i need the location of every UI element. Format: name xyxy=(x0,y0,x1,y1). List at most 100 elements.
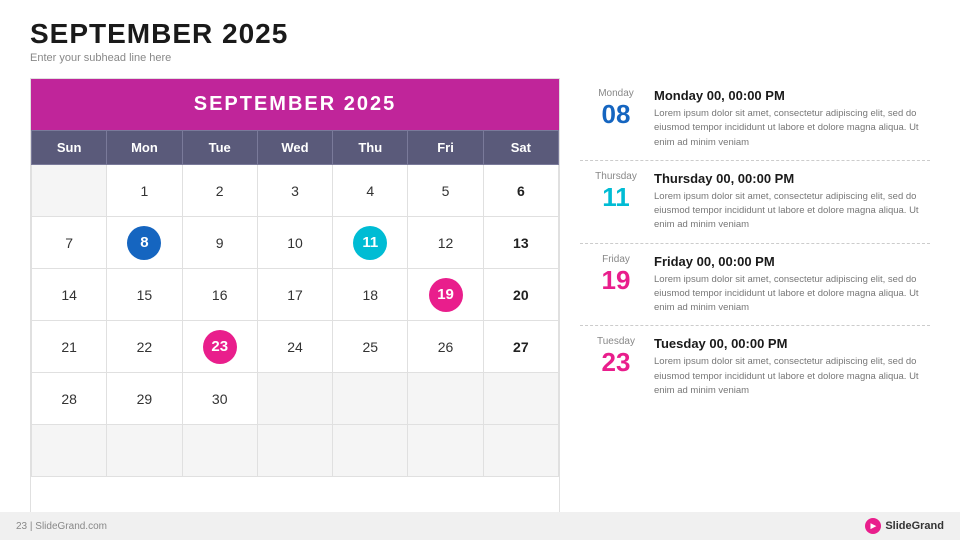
calendar-cell xyxy=(107,425,182,477)
day-header-thu: Thu xyxy=(333,131,408,165)
calendar: SEPTEMBER 2025 Sun Mon Tue Wed Thu Fri S… xyxy=(30,78,560,528)
event-day-name: Tuesday xyxy=(597,336,635,347)
event-details: Tuesday 00, 00:00 PM Lorem ipsum dolor s… xyxy=(654,336,922,398)
calendar-cell xyxy=(182,425,257,477)
calendar-cell: 10 xyxy=(257,217,332,269)
event-day-col: Tuesday 23 xyxy=(588,336,644,375)
calendar-cell: 12 xyxy=(408,217,483,269)
calendar-cell xyxy=(483,373,558,425)
event-title: Monday 00, 00:00 PM xyxy=(654,88,922,103)
event-day-col: Thursday 11 xyxy=(588,171,644,210)
logo-text: SlideGrand xyxy=(885,520,944,532)
calendar-cell: 6 xyxy=(483,165,558,217)
event-desc: Lorem ipsum dolor sit amet, consectetur … xyxy=(654,355,922,398)
event-day-name: Thursday xyxy=(595,171,637,182)
footer-site: | SlideGrand.com xyxy=(30,521,107,532)
calendar-cell: 18 xyxy=(333,269,408,321)
calendar-week-row: 282930 xyxy=(32,373,559,425)
calendar-cell: 30 xyxy=(182,373,257,425)
calendar-cell: 8 xyxy=(107,217,182,269)
calendar-cell: 15 xyxy=(107,269,182,321)
event-item: Thursday 11 Thursday 00, 00:00 PM Lorem … xyxy=(580,161,930,244)
event-day-num: 08 xyxy=(602,101,631,127)
footer-left: 23 | SlideGrand.com xyxy=(16,521,107,532)
event-item: Tuesday 23 Tuesday 00, 00:00 PM Lorem ip… xyxy=(580,326,930,408)
event-title: Thursday 00, 00:00 PM xyxy=(654,171,922,186)
calendar-cell xyxy=(257,425,332,477)
calendar-cell xyxy=(32,425,107,477)
highlighted-day: 19 xyxy=(429,278,463,312)
calendar-cell xyxy=(408,425,483,477)
calendar-cell: 23 xyxy=(182,321,257,373)
event-item: Friday 19 Friday 00, 00:00 PM Lorem ipsu… xyxy=(580,244,930,327)
calendar-cell: 5 xyxy=(408,165,483,217)
calendar-week-row: 123456 xyxy=(32,165,559,217)
calendar-cell: 2 xyxy=(182,165,257,217)
highlighted-day: 23 xyxy=(203,330,237,364)
event-day-num: 11 xyxy=(602,184,630,210)
event-details: Thursday 00, 00:00 PM Lorem ipsum dolor … xyxy=(654,171,922,233)
event-desc: Lorem ipsum dolor sit amet, consectetur … xyxy=(654,107,922,150)
event-title: Friday 00, 00:00 PM xyxy=(654,254,922,269)
calendar-cell: 4 xyxy=(333,165,408,217)
calendar-cell: 22 xyxy=(107,321,182,373)
page-subtitle: Enter your subhead line here xyxy=(30,52,930,64)
calendar-cell: 14 xyxy=(32,269,107,321)
calendar-cell xyxy=(333,373,408,425)
calendar-cell: 24 xyxy=(257,321,332,373)
calendar-cell: 20 xyxy=(483,269,558,321)
page-title: SEPTEMBER 2025 xyxy=(30,18,930,50)
footer-right: SlideGrand xyxy=(865,518,944,534)
calendar-cell: 17 xyxy=(257,269,332,321)
event-day-name: Friday xyxy=(602,254,630,265)
calendar-cell xyxy=(333,425,408,477)
footer: 23 | SlideGrand.com SlideGrand xyxy=(0,512,960,540)
day-header-wed: Wed xyxy=(257,131,332,165)
calendar-cell xyxy=(408,373,483,425)
calendar-cell: 21 xyxy=(32,321,107,373)
calendar-week-row: 1415161718 19 20 xyxy=(32,269,559,321)
event-day-num: 19 xyxy=(602,267,631,293)
calendar-title: SEPTEMBER 2025 xyxy=(31,79,559,130)
page-number: 23 xyxy=(16,521,27,532)
calendar-header-row: Sun Mon Tue Wed Thu Fri Sat xyxy=(32,131,559,165)
calendar-cell: 27 xyxy=(483,321,558,373)
event-title: Tuesday 00, 00:00 PM xyxy=(654,336,922,351)
event-item: Monday 08 Monday 00, 00:00 PM Lorem ipsu… xyxy=(580,78,930,161)
calendar-week-row xyxy=(32,425,559,477)
calendar-cell: 26 xyxy=(408,321,483,373)
calendar-cell: 16 xyxy=(182,269,257,321)
logo-icon xyxy=(865,518,881,534)
event-desc: Lorem ipsum dolor sit amet, consectetur … xyxy=(654,273,922,316)
event-day-num: 23 xyxy=(602,349,631,375)
event-day-col: Friday 19 xyxy=(588,254,644,293)
event-day-name: Monday xyxy=(598,88,634,99)
calendar-cell: 19 xyxy=(408,269,483,321)
calendar-week-row: 2122 23 24252627 xyxy=(32,321,559,373)
main-content: SEPTEMBER 2025 Sun Mon Tue Wed Thu Fri S… xyxy=(0,68,960,538)
calendar-cell xyxy=(32,165,107,217)
calendar-cell: 9 xyxy=(182,217,257,269)
day-header-mon: Mon xyxy=(107,131,182,165)
highlighted-day: 11 xyxy=(353,226,387,260)
calendar-cell: 28 xyxy=(32,373,107,425)
event-details: Friday 00, 00:00 PM Lorem ipsum dolor si… xyxy=(654,254,922,316)
calendar-cell: 11 xyxy=(333,217,408,269)
calendar-cell: 25 xyxy=(333,321,408,373)
event-day-col: Monday 08 xyxy=(588,88,644,127)
calendar-cell: 13 xyxy=(483,217,558,269)
calendar-cell: 29 xyxy=(107,373,182,425)
calendar-cell: 1 xyxy=(107,165,182,217)
day-header-tue: Tue xyxy=(182,131,257,165)
highlighted-day: 8 xyxy=(127,226,161,260)
calendar-cell xyxy=(483,425,558,477)
calendar-cell: 3 xyxy=(257,165,332,217)
events-panel: Monday 08 Monday 00, 00:00 PM Lorem ipsu… xyxy=(580,78,930,528)
calendar-grid: Sun Mon Tue Wed Thu Fri Sat 123456789101… xyxy=(31,130,559,477)
day-header-sat: Sat xyxy=(483,131,558,165)
calendar-cell xyxy=(257,373,332,425)
event-details: Monday 00, 00:00 PM Lorem ipsum dolor si… xyxy=(654,88,922,150)
day-header-sun: Sun xyxy=(32,131,107,165)
day-header-fri: Fri xyxy=(408,131,483,165)
event-desc: Lorem ipsum dolor sit amet, consectetur … xyxy=(654,190,922,233)
